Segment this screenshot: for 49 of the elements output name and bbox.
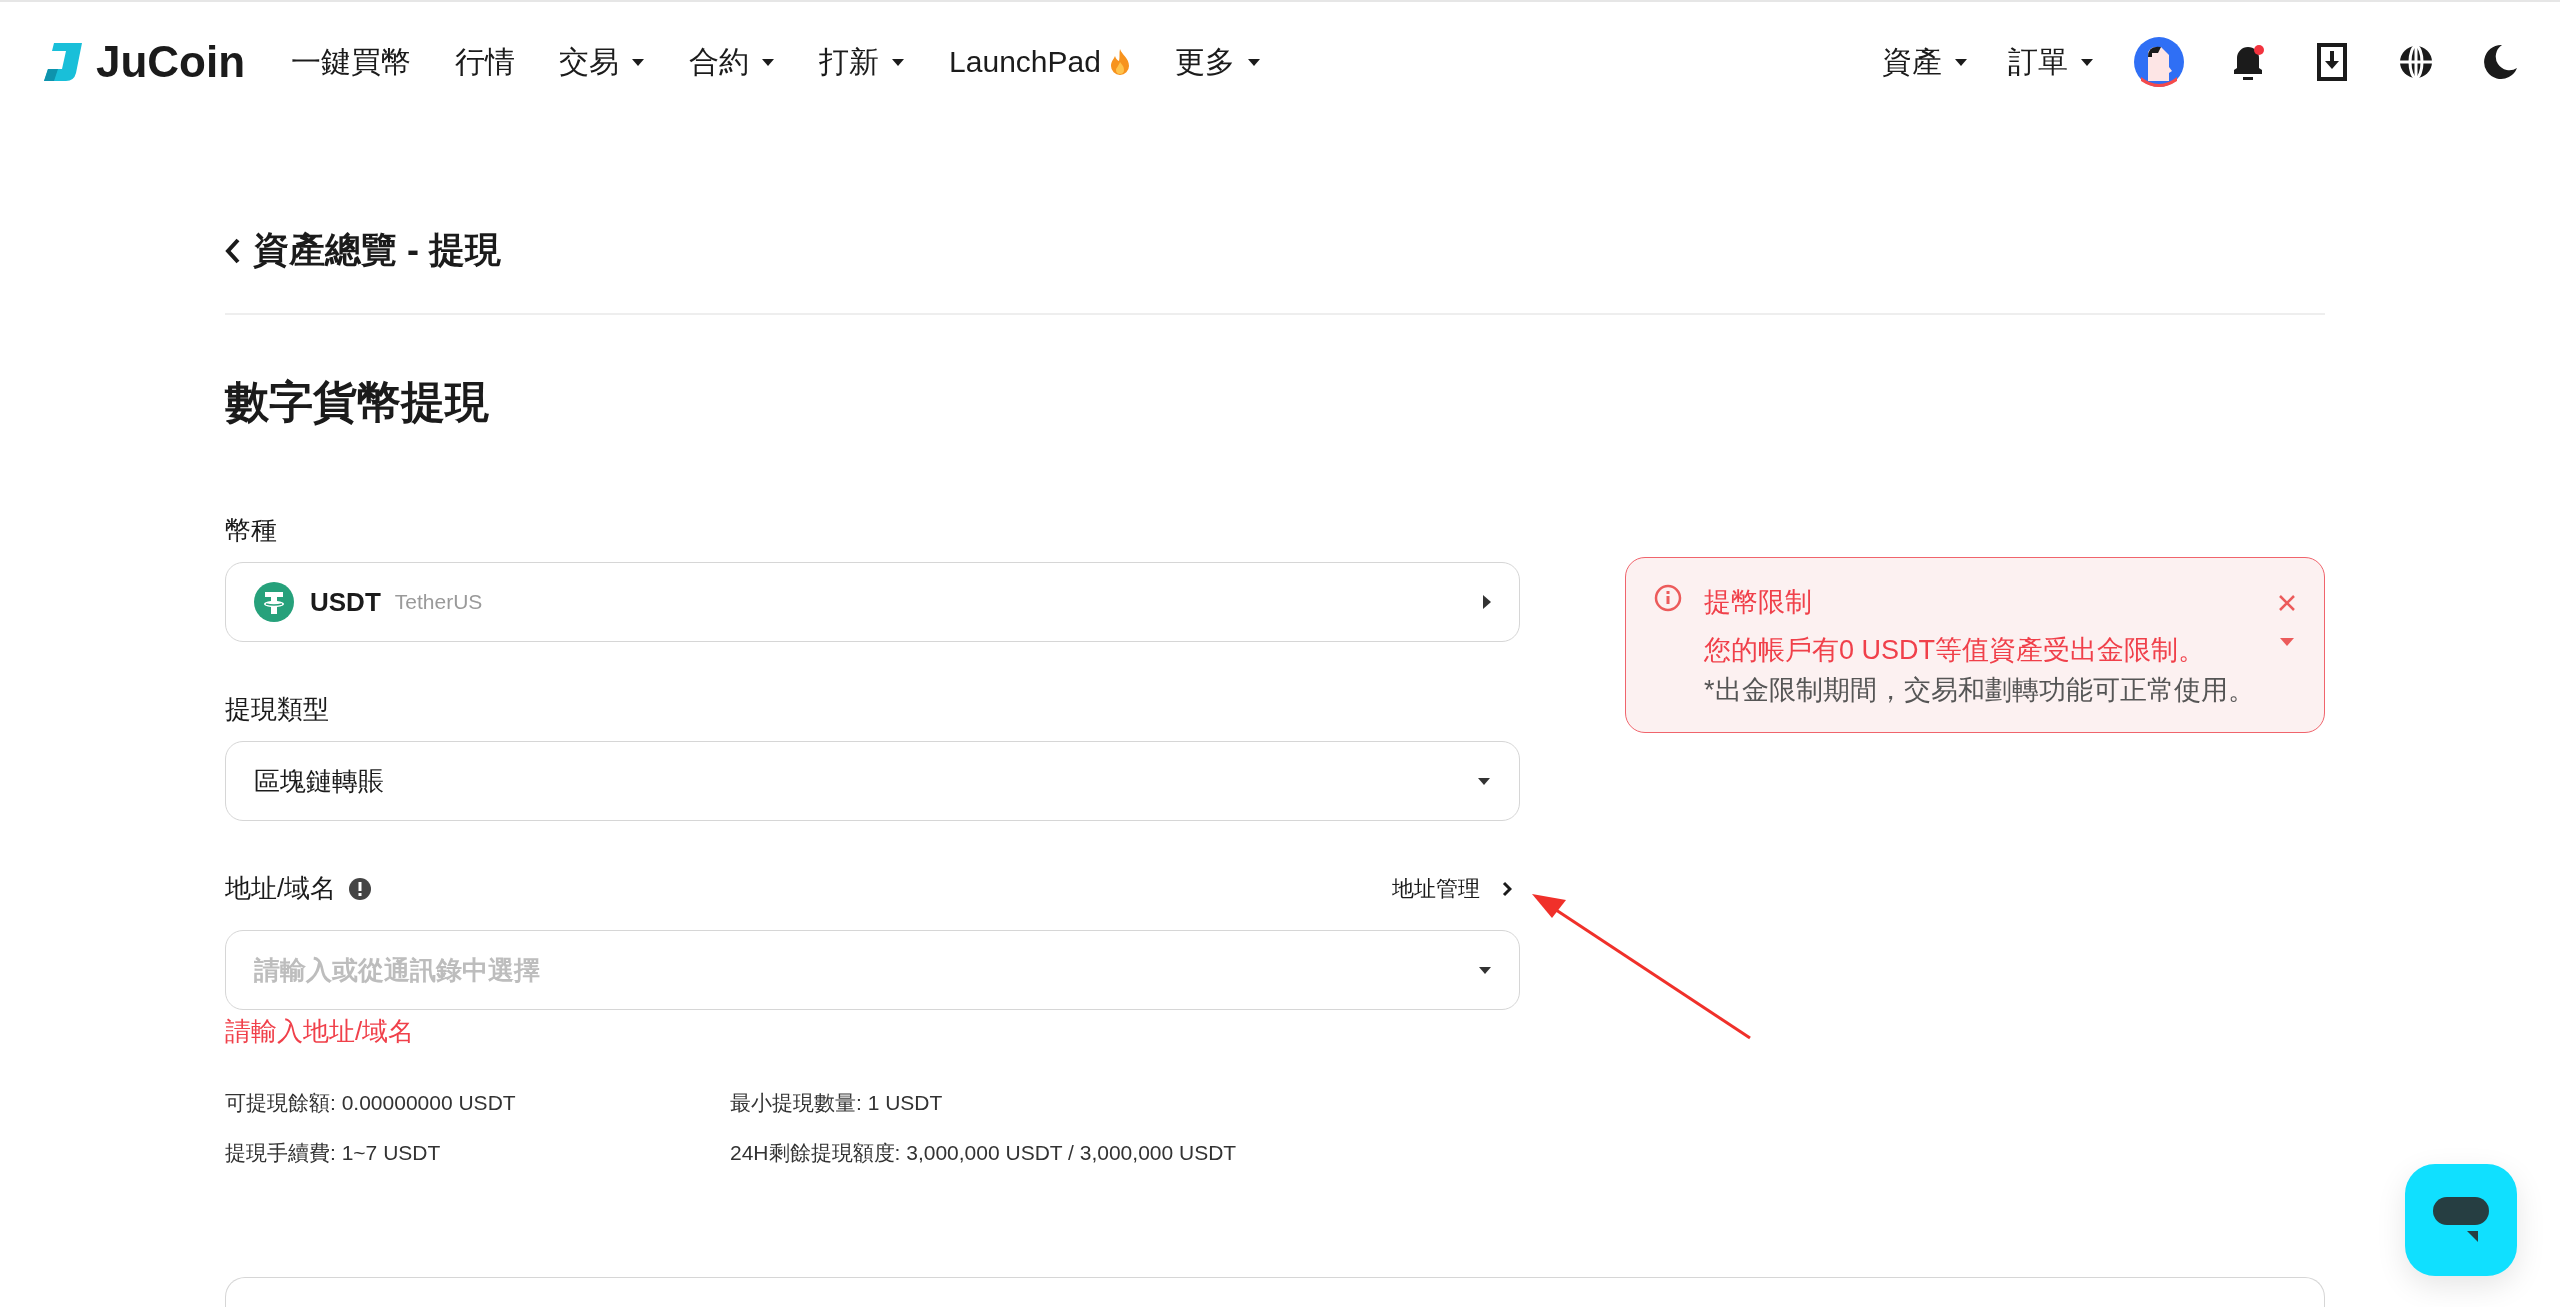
logo[interactable]: JuCoin xyxy=(40,37,246,87)
back-link[interactable]: 資產總覽 - 提現 xyxy=(225,226,501,275)
alert-message: 您的帳戶有0 USDT等值資產受出金限制。 xyxy=(1704,634,2207,667)
withdraw-type-select[interactable]: 區塊鏈轉賬 xyxy=(225,741,1520,821)
chevron-right-icon xyxy=(1502,880,1512,897)
chevron-left-icon xyxy=(225,237,241,264)
nav-menu-item[interactable]: 一鍵買幣 xyxy=(291,41,412,83)
caret-icon xyxy=(1477,776,1491,786)
caret-icon xyxy=(1954,57,1968,67)
info-text: 24H剩餘提現額度: 3,000,000 USDT / 3,000,000 USDT xyxy=(730,1140,1238,1166)
nav-menu-item[interactable]: 合約 xyxy=(689,41,776,83)
avatar-icon[interactable] xyxy=(2134,37,2184,87)
caret-icon xyxy=(1246,57,1261,67)
close-icon[interactable] xyxy=(2278,594,2296,612)
caret-icon xyxy=(891,57,906,67)
coin-icon xyxy=(254,582,294,622)
coin-name: TetherUS xyxy=(394,590,483,614)
chat-button[interactable] xyxy=(2405,1164,2517,1276)
nav-menu-item[interactable]: LaunchPad xyxy=(949,45,1131,79)
caret-icon xyxy=(631,57,646,67)
nav-menu-item[interactable]: 訂單 xyxy=(2008,41,2094,83)
info-text: 提現手續費: 1~7 USDT xyxy=(225,1140,442,1166)
caret-right-icon xyxy=(1483,595,1491,609)
field-label: 地址/域名 xyxy=(225,872,337,905)
field-label: 提現類型 xyxy=(225,693,330,726)
nav-menu-item[interactable]: 交易 xyxy=(559,41,646,83)
caret-icon xyxy=(2080,57,2094,67)
info-text: 可提現餘額: 0.00000000 USDT xyxy=(225,1090,517,1116)
nav-menu-item[interactable]: 更多 xyxy=(1174,41,1261,83)
caret-icon xyxy=(1478,966,1492,975)
alert-note: *出金限制期間，交易和劃轉功能可正常使用。 xyxy=(1704,674,2256,707)
address-field[interactable]: 請輸入或從通訊錄中選擇 xyxy=(225,930,1520,1010)
page-title: 數字貨幣提現 xyxy=(225,376,490,428)
info-icon xyxy=(1654,584,1682,612)
caret-icon xyxy=(761,57,776,67)
alert-title: 提幣限制 xyxy=(1704,586,1813,619)
error-message: 請輸入地址/域名 xyxy=(225,1015,416,1048)
coin-select[interactable]: USDT TetherUS xyxy=(225,562,1520,642)
address-management-link[interactable]: 地址管理 xyxy=(1392,873,1520,904)
nav-menu-item[interactable]: 行情 xyxy=(455,41,516,83)
field-label: 幣種 xyxy=(225,514,278,547)
info-text: 最小提現數量: 1 USDT xyxy=(730,1090,944,1116)
flame-icon xyxy=(1108,48,1131,76)
nav-menu-item[interactable]: 打新 xyxy=(819,41,906,83)
chat-icon xyxy=(2433,1197,2489,1243)
coin-symbol: USDT xyxy=(310,586,381,618)
info-icon xyxy=(348,876,373,901)
caret-icon[interactable] xyxy=(2280,638,2294,646)
nav-menu-item[interactable]: 資產 xyxy=(1882,41,1968,83)
